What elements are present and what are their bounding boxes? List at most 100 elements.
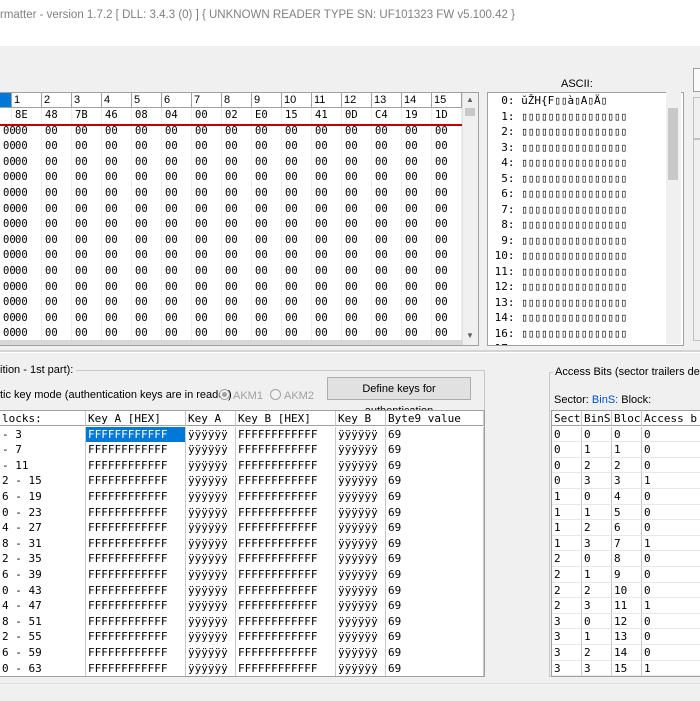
keys-cell[interactable]: ÿÿÿÿÿÿ (186, 613, 236, 630)
hex-byte-cell[interactable]: 00 (342, 279, 372, 296)
access-cell[interactable]: 0 (552, 457, 582, 474)
keys-cell[interactable]: 69 (386, 566, 484, 583)
access-table-row[interactable]: 0000 (552, 426, 700, 443)
access-cell[interactable]: 1 (552, 520, 582, 536)
keys-cell[interactable]: FFFFFFFFFFFF (86, 457, 186, 474)
keys-cell[interactable]: FFFFFFFFFFFF (236, 582, 336, 599)
keys-cell[interactable]: FFFFFFFFFFFF (86, 629, 186, 645)
keys-cell[interactable]: ÿÿÿÿÿÿ (336, 582, 386, 599)
hex-byte-cell[interactable]: 00 (102, 263, 132, 280)
keys-cell[interactable]: ÿÿÿÿÿÿ (186, 457, 236, 474)
hex-byte-cell[interactable]: 00 (222, 170, 252, 186)
hex-byte-cell[interactable]: 00 (342, 139, 372, 155)
keys-cell[interactable]: ÿÿÿÿÿÿ (336, 457, 386, 474)
hex-byte-cell[interactable]: 00 (372, 263, 402, 280)
hex-byte-cell[interactable]: 00 (192, 185, 222, 202)
hex-byte-cell[interactable]: E0 (252, 108, 282, 124)
splitter[interactable] (0, 350, 700, 353)
hex-byte-cell[interactable]: 00 (312, 154, 342, 171)
access-cell[interactable]: 9 (612, 566, 642, 583)
keys-cell[interactable]: 69 (386, 488, 484, 505)
hex-byte-cell[interactable]: 00 (42, 295, 72, 311)
hex-byte-cell[interactable]: 00 (162, 217, 192, 233)
hex-byte-cell[interactable]: 00 (72, 248, 102, 264)
hex-byte-cell[interactable]: 00 (312, 170, 342, 186)
hex-column-header[interactable]: 2 (42, 93, 72, 108)
hex-byte-cell[interactable]: 41 (312, 108, 342, 124)
access-cell[interactable]: 0 (642, 520, 700, 536)
keys-column-header[interactable]: Key A (186, 411, 236, 426)
hex-byte-cell[interactable]: 00 (312, 279, 342, 296)
access-table-row[interactable]: 2190 (552, 566, 700, 583)
hex-byte-cell[interactable]: 00 (402, 295, 432, 311)
hex-byte-cell[interactable]: 00 (42, 263, 72, 280)
keys-cell[interactable]: 4 - 27 (0, 520, 86, 536)
hex-byte-cell[interactable]: 00 (12, 139, 42, 155)
access-cell[interactable]: 2 (582, 644, 612, 661)
keys-cell[interactable]: ÿÿÿÿÿÿ (186, 442, 236, 458)
hex-byte-cell[interactable]: 00 (402, 154, 432, 171)
hex-byte-cell[interactable]: 00 (72, 170, 102, 186)
hex-byte-cell[interactable]: 00 (402, 139, 432, 155)
hex-byte-cell[interactable]: 00 (252, 310, 282, 327)
hex-byte-cell[interactable]: 00 (342, 154, 372, 171)
hex-byte-cell[interactable]: 02 (222, 108, 252, 124)
access-table-row[interactable]: 1260 (552, 520, 700, 536)
access-cell[interactable]: 0 (582, 426, 612, 443)
access-cell[interactable]: 3 (552, 644, 582, 661)
hex-byte-cell[interactable]: 00 (372, 201, 402, 218)
hex-byte-cell[interactable]: 00 (72, 295, 102, 311)
access-cell[interactable]: 0 (642, 427, 700, 443)
keys-cell[interactable]: 69 (386, 660, 484, 676)
keys-table-row[interactable]: - 3 FFFFFFFFFFFF ÿÿÿÿÿÿ FFFFFFFFFFFF ÿÿÿÿÿÿ 6… (0, 426, 484, 443)
access-bits-table[interactable]: Sect BinS Bloc Access b00000110022003311040… (551, 410, 700, 677)
hex-byte-cell[interactable]: 00 (0, 310, 16, 327)
keys-cell[interactable]: 69 (386, 473, 484, 489)
hex-horizontal-scrollbar[interactable] (0, 340, 463, 345)
access-table-row[interactable]: 3 3 15 1 (552, 660, 700, 676)
access-cell[interactable]: 5 (612, 504, 642, 521)
scroll-thumb[interactable] (465, 108, 475, 116)
hex-byte-cell[interactable]: 00 (342, 170, 372, 186)
hex-column-header[interactable]: 14 (402, 93, 432, 108)
keys-cell[interactable]: ÿÿÿÿÿÿ (336, 488, 386, 505)
access-cell[interactable]: 3 (582, 598, 612, 614)
hex-byte-cell[interactable]: 00 (72, 154, 102, 171)
hex-byte-cell[interactable]: 00 (132, 154, 162, 171)
keys-cell[interactable]: FFFFFFFFFFFF (86, 520, 186, 536)
hex-byte-cell[interactable]: 00 (222, 310, 252, 327)
hex-byte-cell[interactable]: 00 (402, 170, 432, 186)
access-cell[interactable]: 1 (612, 442, 642, 458)
hex-byte-cell[interactable]: 00 (282, 263, 312, 280)
hex-byte-cell[interactable]: 00 (102, 170, 132, 186)
access-cell[interactable]: 2 (582, 520, 612, 536)
ascii-scrollbar[interactable] (666, 92, 681, 344)
hex-byte-cell[interactable]: 00 (102, 154, 132, 171)
hex-byte-cell[interactable]: 00 (282, 170, 312, 186)
hex-byte-cell[interactable]: 00 (162, 263, 192, 280)
access-cell[interactable]: 0 (642, 505, 700, 521)
hex-byte-cell[interactable]: 00 (162, 232, 192, 249)
keys-table-row[interactable]: 8 - 51 FFFFFFFFFFFF ÿÿÿÿÿÿ FFFFFFFFFFFF ÿÿÿÿ… (0, 613, 484, 630)
hex-byte-cell[interactable]: 00 (0, 139, 16, 155)
hex-editor[interactable]: 1 2 3 4 5 6 7 8 9 10 11 12 13 14 15 8E 48 7B 46 08 04 00 02 E0 1… (0, 92, 479, 346)
hex-byte-cell[interactable]: 00 (192, 248, 222, 264)
hex-byte-cell[interactable]: 00 (342, 185, 372, 202)
hex-column-header[interactable]: 10 (282, 93, 312, 108)
access-table-row[interactable]: 3 0 12 0 (552, 613, 700, 630)
keys-cell[interactable]: 6 - 59 (0, 644, 86, 661)
keys-table-row[interactable]: 4 - 47 FFFFFFFFFFFF ÿÿÿÿÿÿ FFFFFFFFFFFF ÿÿÿÿ… (0, 598, 484, 614)
keys-cell[interactable]: 0 - 23 (0, 504, 86, 521)
hex-byte-cell[interactable]: 00 (222, 279, 252, 296)
hex-byte-cell[interactable]: 00 (432, 201, 462, 218)
access-cell[interactable]: 7 (612, 535, 642, 552)
hex-byte-cell[interactable]: 00 (222, 217, 252, 233)
hex-byte-cell[interactable]: 00 (132, 170, 162, 186)
access-cell[interactable]: 0 (642, 458, 700, 474)
hex-byte-cell[interactable]: 00 (72, 263, 102, 280)
hex-byte-cell[interactable]: 00 (222, 232, 252, 249)
hex-byte-cell[interactable]: 00 (252, 139, 282, 155)
keys-column-header[interactable]: Key B [HEX] (236, 411, 336, 426)
keys-cell[interactable]: FFFFFFFFFFFF (86, 660, 186, 676)
hex-byte-cell[interactable]: 00 (162, 279, 192, 296)
